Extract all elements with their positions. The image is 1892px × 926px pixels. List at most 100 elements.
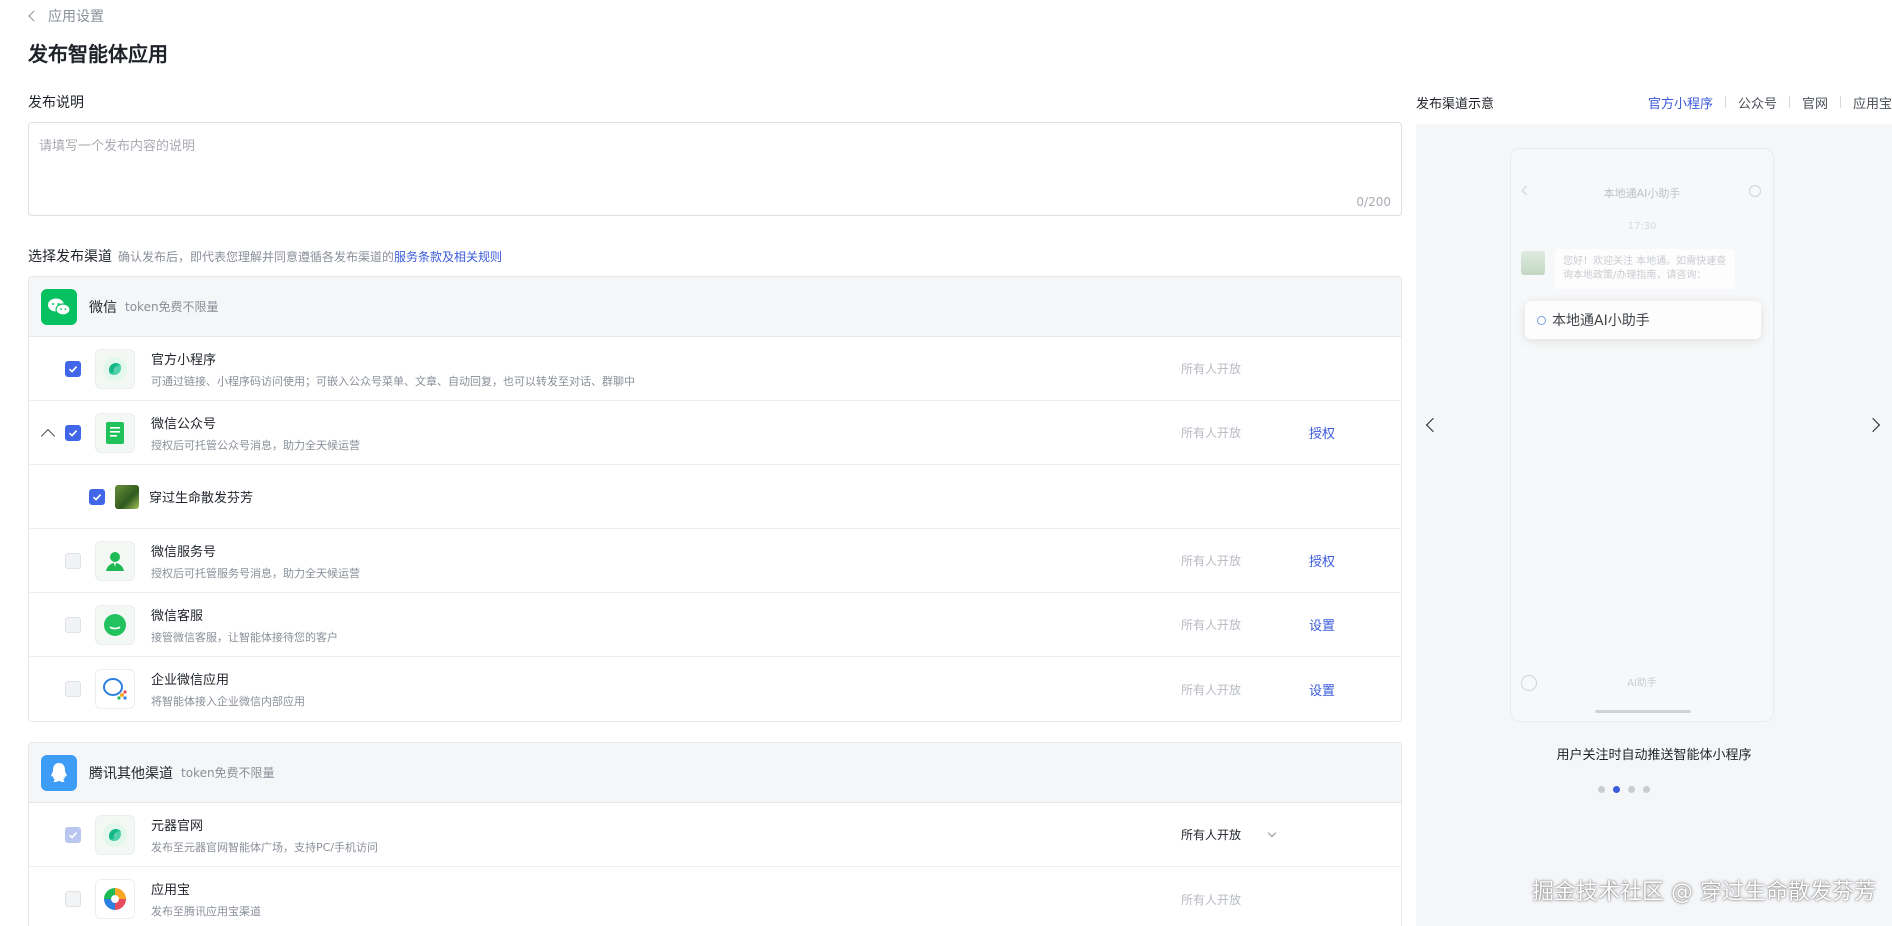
checkbox[interactable] (65, 424, 81, 441)
carousel-dot[interactable] (1628, 786, 1635, 793)
customer-service-icon (95, 604, 135, 645)
description-label: 发布说明 (28, 95, 84, 111)
description-field-wrap: 0/200 (28, 122, 1402, 216)
preview-header: 发布渠道示意 官方小程序 公众号 官网 应用宝 (1416, 92, 1892, 112)
settings-link[interactable]: 设置 (1309, 680, 1335, 699)
preview-canvas: 本地通AI小助手 17:30 您好！欢迎关注 本地通。如需快速查询本地政策/办理… (1416, 124, 1892, 926)
channel-row-official-account: 微信公众号 授权后可托管公众号消息，助力全天候运营 所有人开放 授权 (29, 401, 1401, 465)
description-input[interactable] (29, 123, 1401, 215)
row-desc: 接管微信客服，让智能体接待您的客户 (151, 631, 338, 644)
checkbox[interactable] (89, 488, 105, 505)
wecom-icon (95, 669, 135, 709)
channel-row-app-store: 应用宝 发布至腾讯应用宝渠道 所有人开放 (29, 867, 1401, 926)
settings-link[interactable]: 设置 (1309, 615, 1335, 634)
checkbox[interactable] (65, 681, 81, 697)
row-desc: 将智能体接入企业微信内部应用 (151, 695, 305, 708)
tab-divider (1839, 96, 1841, 108)
linked-account-row: 穿过生命散发芬芳 (29, 465, 1401, 529)
carousel-dot[interactable] (1643, 786, 1650, 793)
row-text: 企业微信应用 将智能体接入企业微信内部应用 (151, 669, 305, 709)
checkbox (65, 826, 81, 843)
channel-row-service-account: 微信服务号 授权后可托管服务号消息，助力全天候运营 所有人开放 授权 (29, 529, 1401, 593)
carousel-dots (1386, 786, 1862, 793)
row-desc: 授权后可托管公众号消息，助力全天候运营 (151, 439, 360, 452)
channel-select-header: 选择发布渠道 确认发布后，即代表您理解并同意遵循各发布渠道的服务条款及相关规则 (28, 246, 1402, 266)
chevron-left-icon (28, 10, 40, 22)
watermark: 掘金技术社区 @ 穿过生命散发芬芳 (1532, 880, 1876, 905)
carousel-dot[interactable] (1613, 786, 1620, 793)
row-title: 企业微信应用 (151, 673, 230, 688)
page-title: 发布智能体应用 (28, 42, 168, 66)
row-text: 官方小程序 可通过链接、小程序码访问使用；可嵌入公众号菜单、文章、自动回复，也可… (151, 349, 635, 389)
app-store-icon (95, 879, 135, 919)
chevron-left-icon[interactable] (1425, 417, 1441, 433)
row-title: 元器官网 (151, 819, 204, 834)
group-title: 腾讯其他渠道 (89, 765, 173, 782)
channel-row-customer-service: 微信客服 接管微信客服，让智能体接待您的客户 所有人开放 设置 (29, 593, 1401, 657)
authorize-link[interactable]: 授权 (1309, 551, 1335, 570)
card-label: 本地通AI小助手 (1552, 313, 1650, 329)
row-title: 微信公众号 (151, 417, 217, 432)
checkbox[interactable] (65, 360, 81, 377)
access-scope: 所有人开放 (1181, 682, 1242, 697)
tab-miniprogram[interactable]: 官方小程序 (1648, 93, 1713, 112)
channel-group-tencent-other: 腾讯其他渠道 token免费不限量 元器官网 发布至元器官网智能体广场，支持PC… (28, 742, 1402, 926)
wechat-icon (41, 288, 77, 325)
authorize-link[interactable]: 授权 (1309, 423, 1335, 442)
channel-row-yuanqi-site: 元器官网 发布至元器官网智能体广场，支持PC/手机访问 所有人开放 (29, 803, 1401, 867)
miniprogram-icon (95, 348, 135, 389)
char-counter: 0/200 (1356, 195, 1391, 209)
preview-caption: 用户关注时自动推送智能体小程序 (1556, 748, 1752, 763)
back-label: 应用设置 (48, 9, 104, 25)
channel-group-wechat: 微信 token免费不限量 官方小程序 可通过链接、小程序码访问使用；可嵌入公众… (28, 276, 1402, 722)
checkbox[interactable] (65, 616, 81, 633)
preview-tabs: 官方小程序 公众号 官网 应用宝 (1648, 93, 1892, 112)
phone-mockup: 本地通AI小助手 17:30 您好！欢迎关注 本地通。如需快速查询本地政策/办理… (1510, 148, 1774, 722)
bot-avatar (1521, 251, 1545, 275)
access-scope-value: 所有人开放 (1181, 828, 1242, 842)
row-title: 微信服务号 (151, 545, 217, 560)
tab-app-store[interactable]: 应用宝 (1853, 93, 1892, 112)
account-name: 穿过生命散发芬芳 (149, 491, 254, 506)
checkbox[interactable] (65, 552, 81, 569)
welcome-message: 您好！欢迎关注 本地通。如需快速查询本地政策/办理指南，请咨询： (1555, 249, 1735, 289)
yuanqi-icon (95, 814, 135, 855)
carousel-dot[interactable] (1598, 786, 1605, 793)
group-title: 微信 (89, 299, 117, 316)
group-note: token免费不限量 (181, 766, 275, 780)
row-title: 微信客服 (151, 609, 204, 624)
preview-title: 发布渠道示意 (1416, 96, 1495, 112)
miniprogram-card: 本地通AI小助手 (1525, 301, 1761, 339)
row-title: 官方小程序 (151, 353, 217, 368)
access-scope: 所有人开放 (1181, 554, 1242, 568)
checkbox[interactable] (65, 891, 81, 907)
chevron-right-icon[interactable] (1865, 417, 1881, 433)
qq-icon (41, 754, 77, 791)
channel-row-wecom: 企业微信应用 将智能体接入企业微信内部应用 所有人开放 设置 (29, 657, 1401, 721)
channel-row-miniprogram: 官方小程序 可通过链接、小程序码访问使用；可嵌入公众号菜单、文章、自动回复，也可… (29, 337, 1401, 401)
tab-official-account[interactable]: 公众号 (1738, 93, 1777, 112)
service-account-icon (95, 540, 135, 581)
chevron-down-icon (1267, 828, 1277, 838)
official-account-icon (95, 412, 135, 453)
access-scope: 所有人开放 (1181, 618, 1242, 632)
account-avatar (115, 484, 139, 509)
group-note: token免费不限量 (125, 300, 219, 314)
tab-divider (1724, 96, 1726, 108)
back-link[interactable]: 应用设置 (28, 6, 104, 26)
channel-select-hint: 确认发布后，即代表您理解并同意遵循各发布渠道的服务条款及相关规则 (118, 248, 502, 265)
row-title: 应用宝 (151, 883, 191, 898)
link-icon (1537, 315, 1546, 325)
channel-preview-panel: 发布渠道示意 官方小程序 公众号 官网 应用宝 本地通AI小助手 17:30 您… (1416, 92, 1892, 926)
access-scope-select[interactable]: 所有人开放 (1181, 826, 1277, 843)
hint-text: 确认发布后，即代表您理解并同意遵循各发布渠道的 (118, 250, 395, 264)
access-scope: 所有人开放 (1181, 426, 1242, 440)
collapse-chevron-icon[interactable] (40, 428, 56, 444)
channel-select-label: 选择发布渠道 (28, 249, 112, 265)
terms-link[interactable]: 服务条款及相关规则 (394, 250, 502, 264)
tab-website[interactable]: 官网 (1802, 93, 1828, 112)
row-text: 微信服务号 授权后可托管服务号消息，助力全天候运营 (151, 541, 360, 581)
phone-bottom-label: AI助手 (1627, 678, 1657, 689)
row-desc: 发布至元器官网智能体广场，支持PC/手机访问 (151, 841, 379, 854)
row-desc: 发布至腾讯应用宝渠道 (151, 905, 261, 918)
